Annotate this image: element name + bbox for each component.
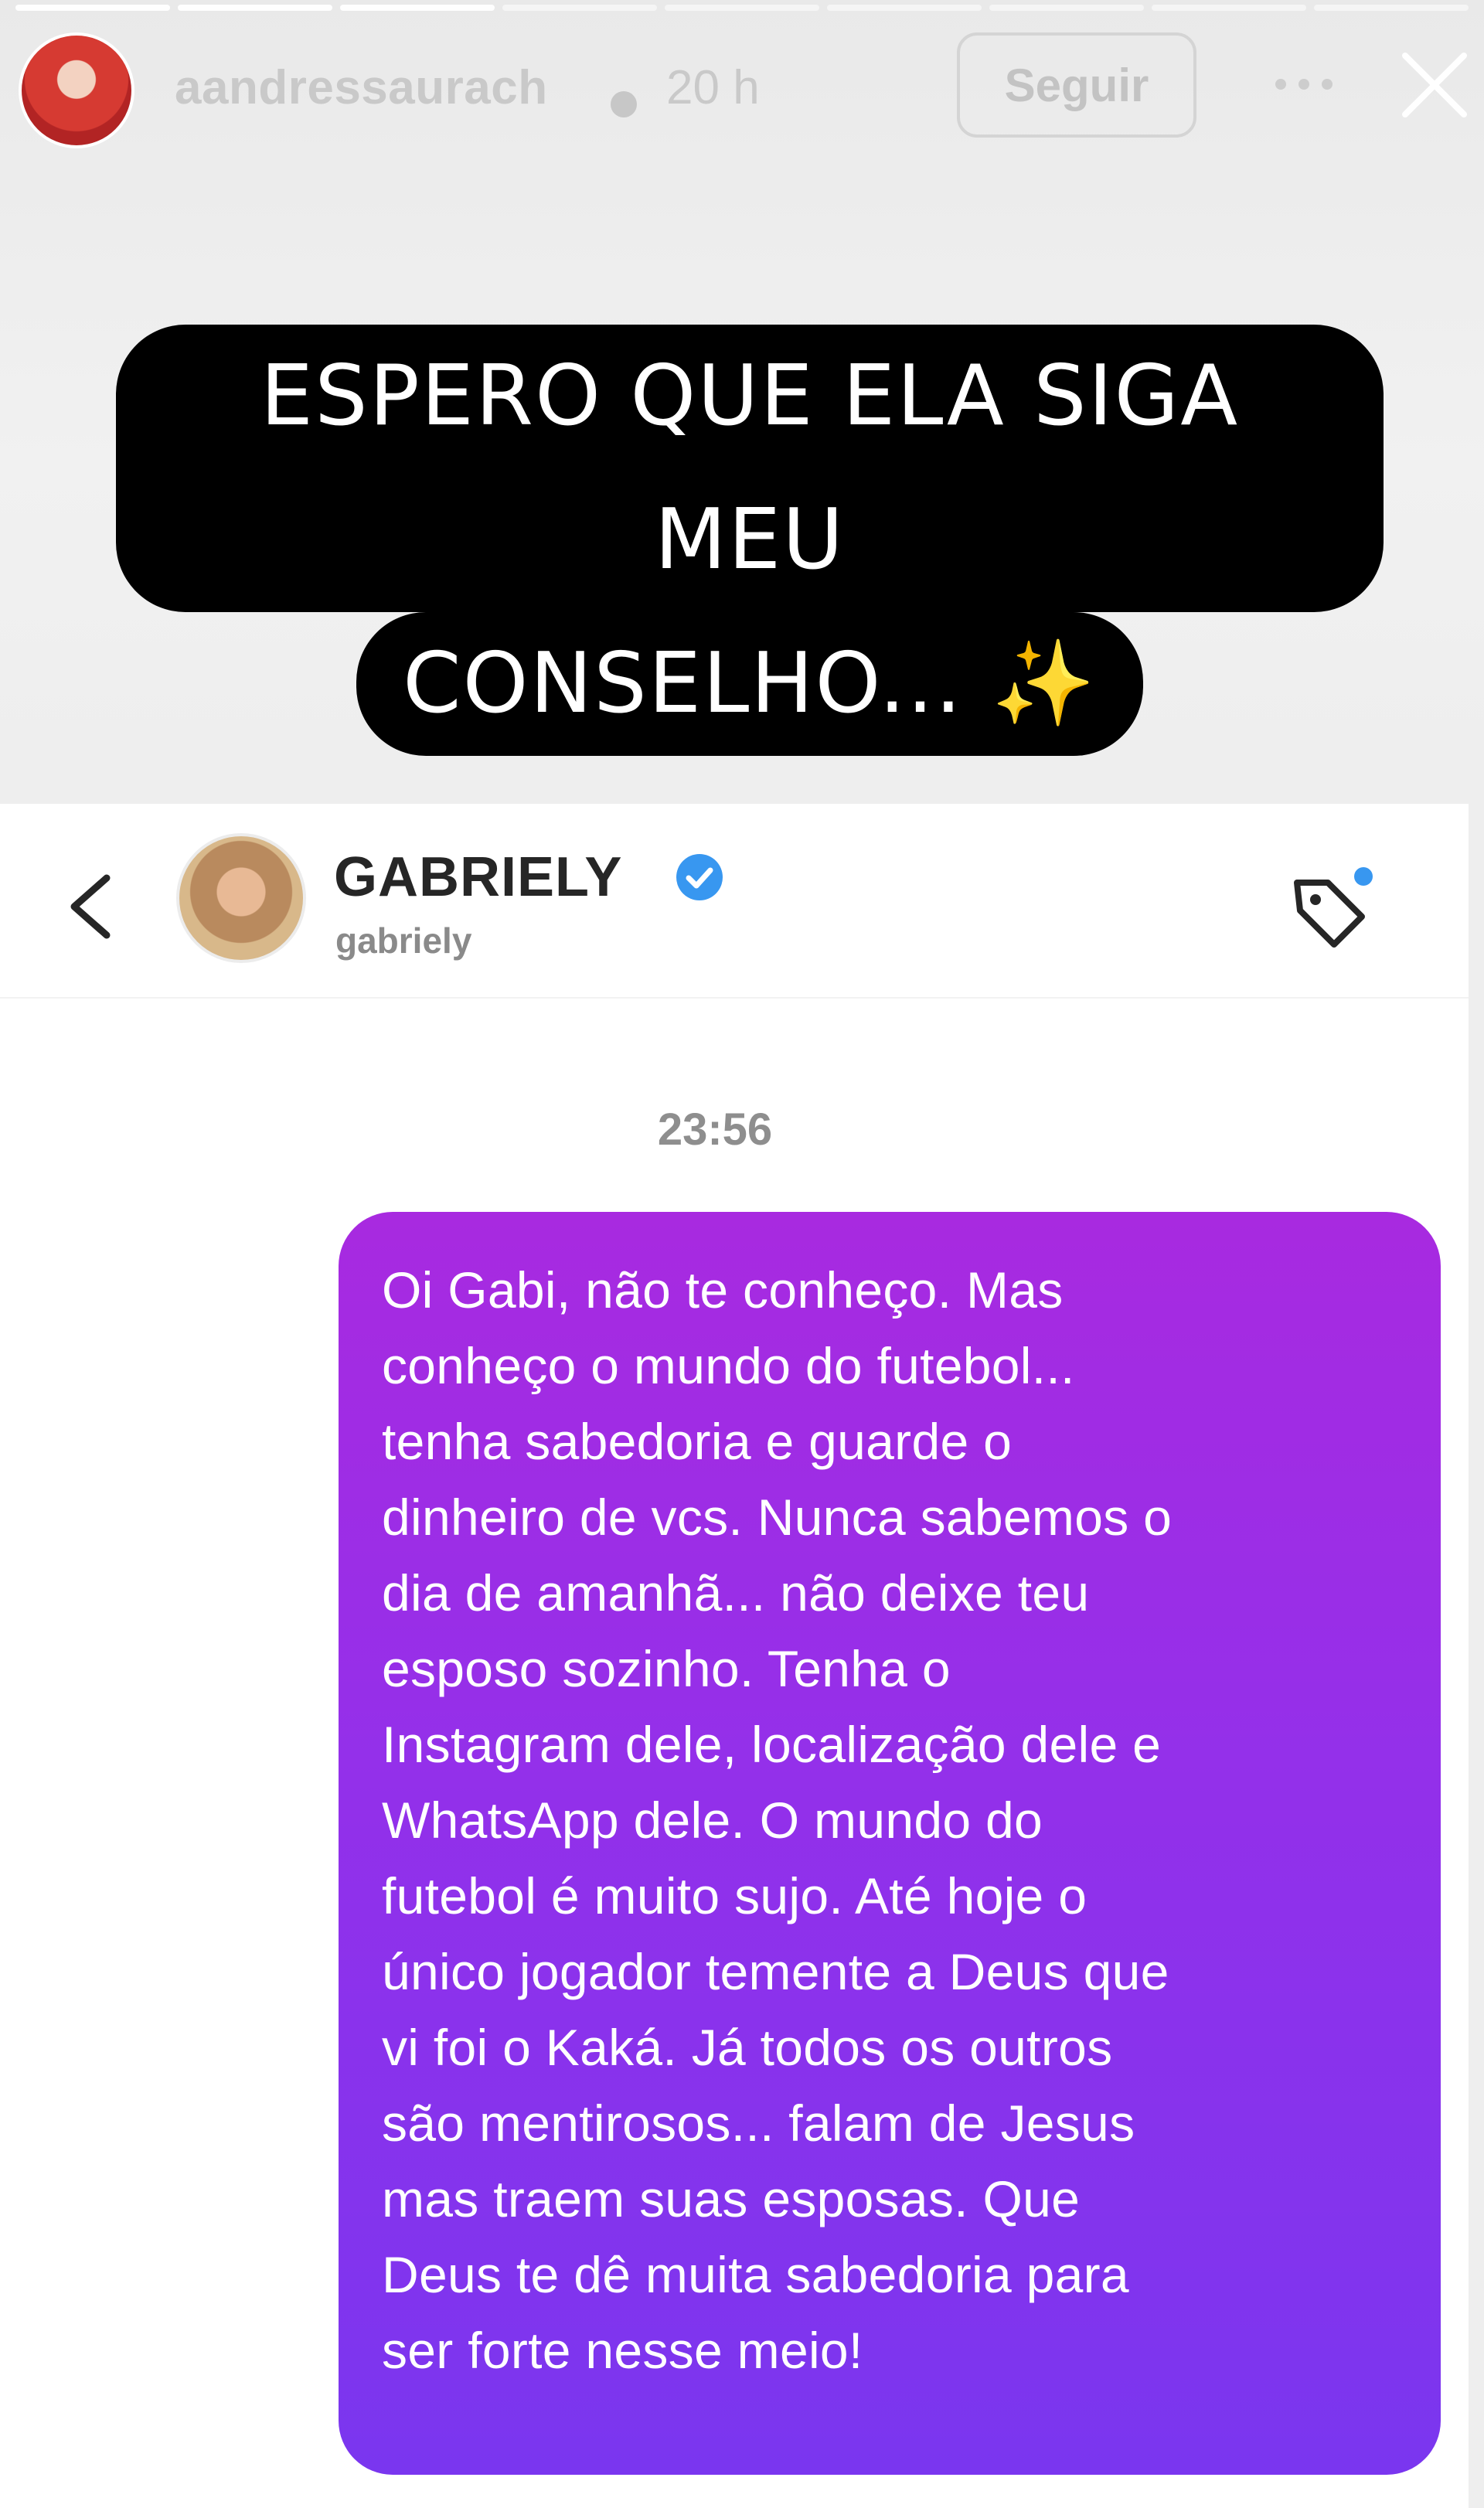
story-progress-bar	[15, 5, 1469, 11]
contact-handle: gabriely	[335, 921, 472, 961]
message-line: dinheiro de vcs. Nunca sabemos o	[382, 1489, 1173, 1546]
dm-header: GABRIELY gabriely	[0, 804, 1469, 999]
verified-badge-icon	[611, 91, 637, 117]
dm-screenshot: GABRIELY gabriely 23:56 Oi Gabi, não te …	[0, 804, 1469, 2508]
message-line: são mentirosos... falam de Jesus	[382, 2095, 1135, 2152]
verified-badge-icon	[674, 852, 725, 903]
message-line: Oi Gabi, não te conheço. Mas	[382, 1261, 1064, 1319]
progress-segment	[340, 5, 495, 11]
progress-segment	[1152, 5, 1306, 11]
contact-name[interactable]: GABRIELY	[334, 846, 622, 909]
message-line: Instagram dele, localização dele e	[382, 1716, 1162, 1773]
sparkles-icon: ✨	[991, 635, 1097, 732]
message-timestamp: 23:56	[657, 1104, 773, 1155]
progress-segment	[178, 5, 332, 11]
tag-icon[interactable]	[1283, 866, 1376, 958]
close-icon[interactable]	[1396, 46, 1473, 124]
progress-segment	[827, 5, 982, 11]
caption-line: CONSELHO... ✨	[356, 612, 1143, 756]
message-line: esposo sozinho. Tenha o	[382, 1640, 951, 1697]
message-line: WhatsApp dele. O mundo do	[382, 1792, 1043, 1849]
progress-segment	[665, 5, 819, 11]
caption-line: ESPERO QUE ELA SIGA MEU	[116, 325, 1384, 612]
progress-segment	[502, 5, 657, 11]
back-chevron-icon[interactable]	[60, 864, 122, 949]
message-line: Deus te dê muita sabedoria para	[382, 2246, 1129, 2303]
message-line: mas traem suas esposas. Que	[382, 2170, 1081, 2227]
story-header: aandressaurach 20 h Seguir	[0, 23, 1484, 155]
progress-segment	[989, 5, 1144, 11]
message-line: vi foi o Kaká. Já todos os outros	[382, 2019, 1113, 2076]
message-line: dia de amanhã... não deixe teu	[382, 1564, 1090, 1622]
message-line: ser forte nesse meio!	[382, 2322, 863, 2379]
progress-segment	[1314, 5, 1469, 11]
message-line: futebol é muito sujo. Até hoje o	[382, 1867, 1087, 1924]
story-caption: ESPERO QUE ELA SIGA MEU CONSELHO... ✨	[116, 325, 1384, 756]
message-line: conheço o mundo do futebol...	[382, 1337, 1075, 1394]
story-username[interactable]: aandressaurach	[175, 60, 548, 115]
avatar[interactable]	[176, 833, 306, 963]
story-time: 20 h	[666, 61, 760, 114]
message-bubble[interactable]: Oi Gabi, não te conheço. Mas conheço o m…	[339, 1212, 1441, 2475]
avatar[interactable]	[19, 32, 134, 148]
more-options-icon[interactable]	[1261, 57, 1346, 111]
story-view: aandressaurach 20 h Seguir ESPERO QUE EL…	[0, 0, 1484, 2508]
message-line: tenha sabedoria e guarde o	[382, 1413, 1013, 1470]
follow-button[interactable]: Seguir	[957, 32, 1196, 138]
message-line: único jogador temente a Deus que	[382, 1943, 1169, 2000]
progress-segment	[15, 5, 170, 11]
caption-line-text: CONSELHO...	[403, 635, 964, 732]
